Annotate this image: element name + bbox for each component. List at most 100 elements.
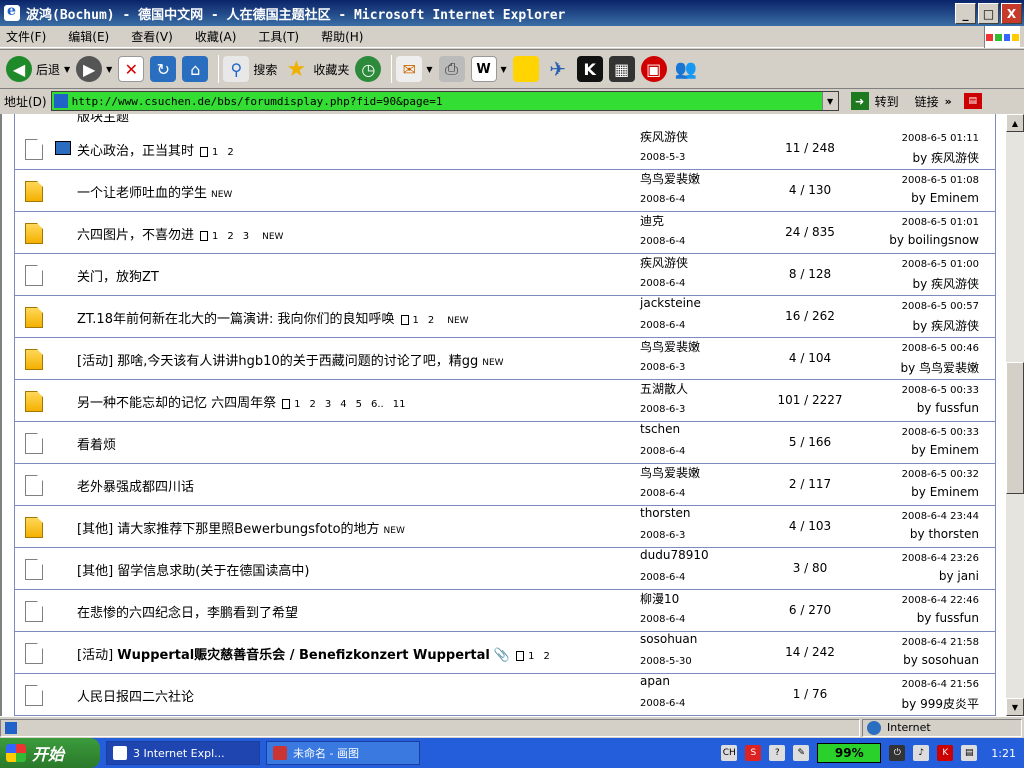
thread-row[interactable]: [其他] 留学信息求助(关于在德国读高中) dudu78910 2008-6-4 3 … <box>15 548 995 590</box>
print-button[interactable]: ⎙ <box>438 56 465 82</box>
thread-title[interactable]: 在悲惨的六四纪念日，李鹏看到了希望 <box>77 606 298 621</box>
page-link[interactable]: 2 <box>428 315 434 326</box>
thread-row[interactable]: [其他] 请大家推荐下那里照Bewerbungsfoto的地方 NEW thorst… <box>15 506 995 548</box>
maximize-button[interactable]: □ <box>978 3 999 24</box>
thread-title[interactable]: Wuppertal赈灾慈善音乐会 / Benefizkonzert Wupper… <box>117 648 490 663</box>
address-dropdown-icon[interactable]: ▼ <box>821 92 838 110</box>
sogou-icon[interactable]: S <box>745 745 762 761</box>
start-button[interactable]: 开始 <box>0 738 100 768</box>
scroll-up-icon[interactable]: ▲ <box>1006 114 1024 132</box>
red-tool-button[interactable]: ▣ <box>640 56 667 82</box>
address-input[interactable]: http://www.csuchen.de/bbs/forumdisplay.p… <box>50 91 839 111</box>
thread-prefix[interactable]: [其他] <box>77 522 113 537</box>
volume-icon[interactable]: ♪ <box>913 745 930 761</box>
thread-title[interactable]: 人民日报四二六社论 <box>77 690 194 705</box>
menu-favorites[interactable]: 收藏(A) <box>195 28 237 45</box>
task-paint[interactable]: 未命名 - 画图 <box>266 741 420 765</box>
thread-row[interactable]: ZT.18年前何新在北大的一篇演讲: 我向你们的良知呼唤 1 2 NEW jackste… <box>15 296 995 338</box>
last-post-by[interactable]: by Eminem <box>815 485 979 499</box>
thread-title[interactable]: 看着烦 <box>77 438 116 453</box>
thread-row[interactable]: [活动] 那啥,今天该有人讲讲hgb10的关于西藏问题的讨论了吧，精gg NEW 鸟… <box>15 338 995 380</box>
last-post-date[interactable]: 2008-6-4 23:44 <box>875 511 979 522</box>
last-post-by[interactable]: by fussfun <box>815 401 979 415</box>
page-link[interactable]: 11 <box>393 399 406 410</box>
forward-dropdown-icon[interactable]: ▼ <box>106 65 112 74</box>
last-post-date[interactable]: 2008-6-5 01:01 <box>875 217 979 228</box>
page-link[interactable]: 1 <box>294 399 300 410</box>
thread-author[interactable]: 疾风游侠 <box>640 254 688 271</box>
last-post-date[interactable]: 2008-6-4 23:26 <box>875 553 979 564</box>
home-button[interactable]: ⌂ <box>182 56 209 82</box>
thread-title[interactable]: 老外暴强成都四川话 <box>77 480 194 495</box>
search-button[interactable]: ⚲ 搜索 <box>223 56 277 82</box>
media-button[interactable]: ▦ <box>608 56 635 82</box>
close-button[interactable]: X <box>1001 3 1022 24</box>
go-button[interactable]: ➜ 转到 <box>845 92 899 110</box>
thread-author[interactable]: dudu78910 <box>640 548 709 562</box>
mail-dropdown-icon[interactable]: ▼ <box>426 65 432 74</box>
address-url[interactable]: http://www.csuchen.de/bbs/forumdisplay.p… <box>72 95 822 108</box>
thread-author[interactable]: sosohuan <box>640 632 697 646</box>
contacts-button[interactable]: 👥 <box>673 56 699 82</box>
menu-file[interactable]: 文件(F) <box>6 28 46 45</box>
thread-row[interactable]: 在悲惨的六四纪念日，李鹏看到了希望 柳漫10 2008-6-4 6 / 270 2008… <box>15 590 995 632</box>
mail-button[interactable]: ✉ ▼ <box>396 56 433 82</box>
battery-indicator[interactable]: 99% <box>817 743 882 763</box>
thread-row[interactable]: 一个让老师吐血的学生 NEW 鸟鸟爱裴嫩 2008-6-4 4 / 130 2008-6-… <box>15 170 995 212</box>
addon-icon[interactable]: ▤ <box>963 93 982 109</box>
history-button[interactable]: ◷ <box>355 56 382 82</box>
page-link[interactable]: 1 <box>413 315 419 326</box>
tray-tool-icon[interactable]: ✎ <box>793 745 810 761</box>
page-link[interactable]: 6.. <box>371 399 384 410</box>
edit-button[interactable]: W ▼ <box>470 56 507 82</box>
thread-prefix[interactable]: [活动] <box>77 354 113 369</box>
thread-title[interactable]: 关门，放狗ZT <box>77 270 159 285</box>
last-post-by[interactable]: by 疾风游侠 <box>815 149 979 166</box>
thread-title[interactable]: 关心政治，正当其时 <box>77 144 194 159</box>
thread-title[interactable]: 另一种不能忘却的记忆 六四周年祭 <box>77 396 276 411</box>
thread-author[interactable]: jacksteine <box>640 296 701 310</box>
thread-row[interactable]: 老外暴强成都四川话 鸟鸟爱裴嫩 2008-6-4 2 / 117 2008-6-5 00… <box>15 464 995 506</box>
kaspersky-tray-icon[interactable]: K <box>937 745 954 761</box>
last-post-by[interactable]: by fussfun <box>815 611 979 625</box>
last-post-date[interactable]: 2008-6-4 21:58 <box>875 637 979 648</box>
vertical-scrollbar[interactable]: ▲ ▼ <box>1006 114 1024 716</box>
page-link[interactable]: 1 <box>212 231 218 242</box>
thread-title[interactable]: ZT.18年前何新在北大的一篇演讲: 我向你们的良知呼唤 <box>77 312 395 327</box>
thread-author[interactable]: 疾风游侠 <box>640 128 688 145</box>
menu-view[interactable]: 查看(V) <box>131 28 173 45</box>
last-post-by[interactable]: by 鸟鸟爱裴嫩 <box>815 359 979 376</box>
page-link[interactable]: 1 <box>212 147 218 158</box>
thread-title[interactable]: 一个让老师吐血的学生 <box>77 186 207 201</box>
last-post-date[interactable]: 2008-6-4 21:56 <box>875 679 979 690</box>
favorites-button[interactable]: ★ 收藏夹 <box>283 56 349 82</box>
menu-help[interactable]: 帮助(H) <box>321 28 363 45</box>
menu-edit[interactable]: 编辑(E) <box>68 28 109 45</box>
last-post-date[interactable]: 2008-6-5 00:57 <box>875 301 979 312</box>
help-icon[interactable]: ? <box>769 745 786 761</box>
thread-author[interactable]: 鸟鸟爱裴嫩 <box>640 338 700 355</box>
page-link[interactable]: 2 <box>227 147 233 158</box>
page-link[interactable]: 3 <box>325 399 331 410</box>
last-post-by[interactable]: by boilingsnow <box>815 233 979 247</box>
scroll-thumb[interactable] <box>1006 362 1024 494</box>
refresh-button[interactable]: ↻ <box>150 56 177 82</box>
thread-author[interactable]: 五湖散人 <box>640 380 688 397</box>
minimize-button[interactable]: _ <box>955 3 976 24</box>
last-post-date[interactable]: 2008-6-4 22:46 <box>875 595 979 606</box>
thread-row[interactable]: 关门，放狗ZT 疾风游侠 2008-6-4 8 / 128 2008-6-5 01:00… <box>15 254 995 296</box>
last-post-date[interactable]: 2008-6-5 00:33 <box>875 385 979 396</box>
thread-author[interactable]: 迪克 <box>640 212 664 229</box>
thread-author[interactable]: thorsten <box>640 506 691 520</box>
page-link[interactable]: 2 <box>543 651 549 662</box>
last-post-by[interactable]: by Eminem <box>815 191 979 205</box>
last-post-date[interactable]: 2008-6-5 00:33 <box>875 427 979 438</box>
forward-button[interactable]: ▶ ▼ <box>76 56 112 82</box>
last-post-by[interactable]: by thorsten <box>815 527 979 541</box>
network-icon[interactable]: ▤ <box>961 745 978 761</box>
page-link[interactable]: 4 <box>340 399 346 410</box>
page-link[interactable]: 3 <box>243 231 249 242</box>
back-dropdown-icon[interactable]: ▼ <box>64 65 70 74</box>
thread-row[interactable]: 六四图片，不喜勿进 1 2 3 NEW 迪克 2008-6-4 24 / 835 2008-6-… <box>15 212 995 254</box>
thread-row[interactable]: [活动] Wuppertal赈灾慈善音乐会 / Benefizkonzert W… <box>15 632 995 674</box>
